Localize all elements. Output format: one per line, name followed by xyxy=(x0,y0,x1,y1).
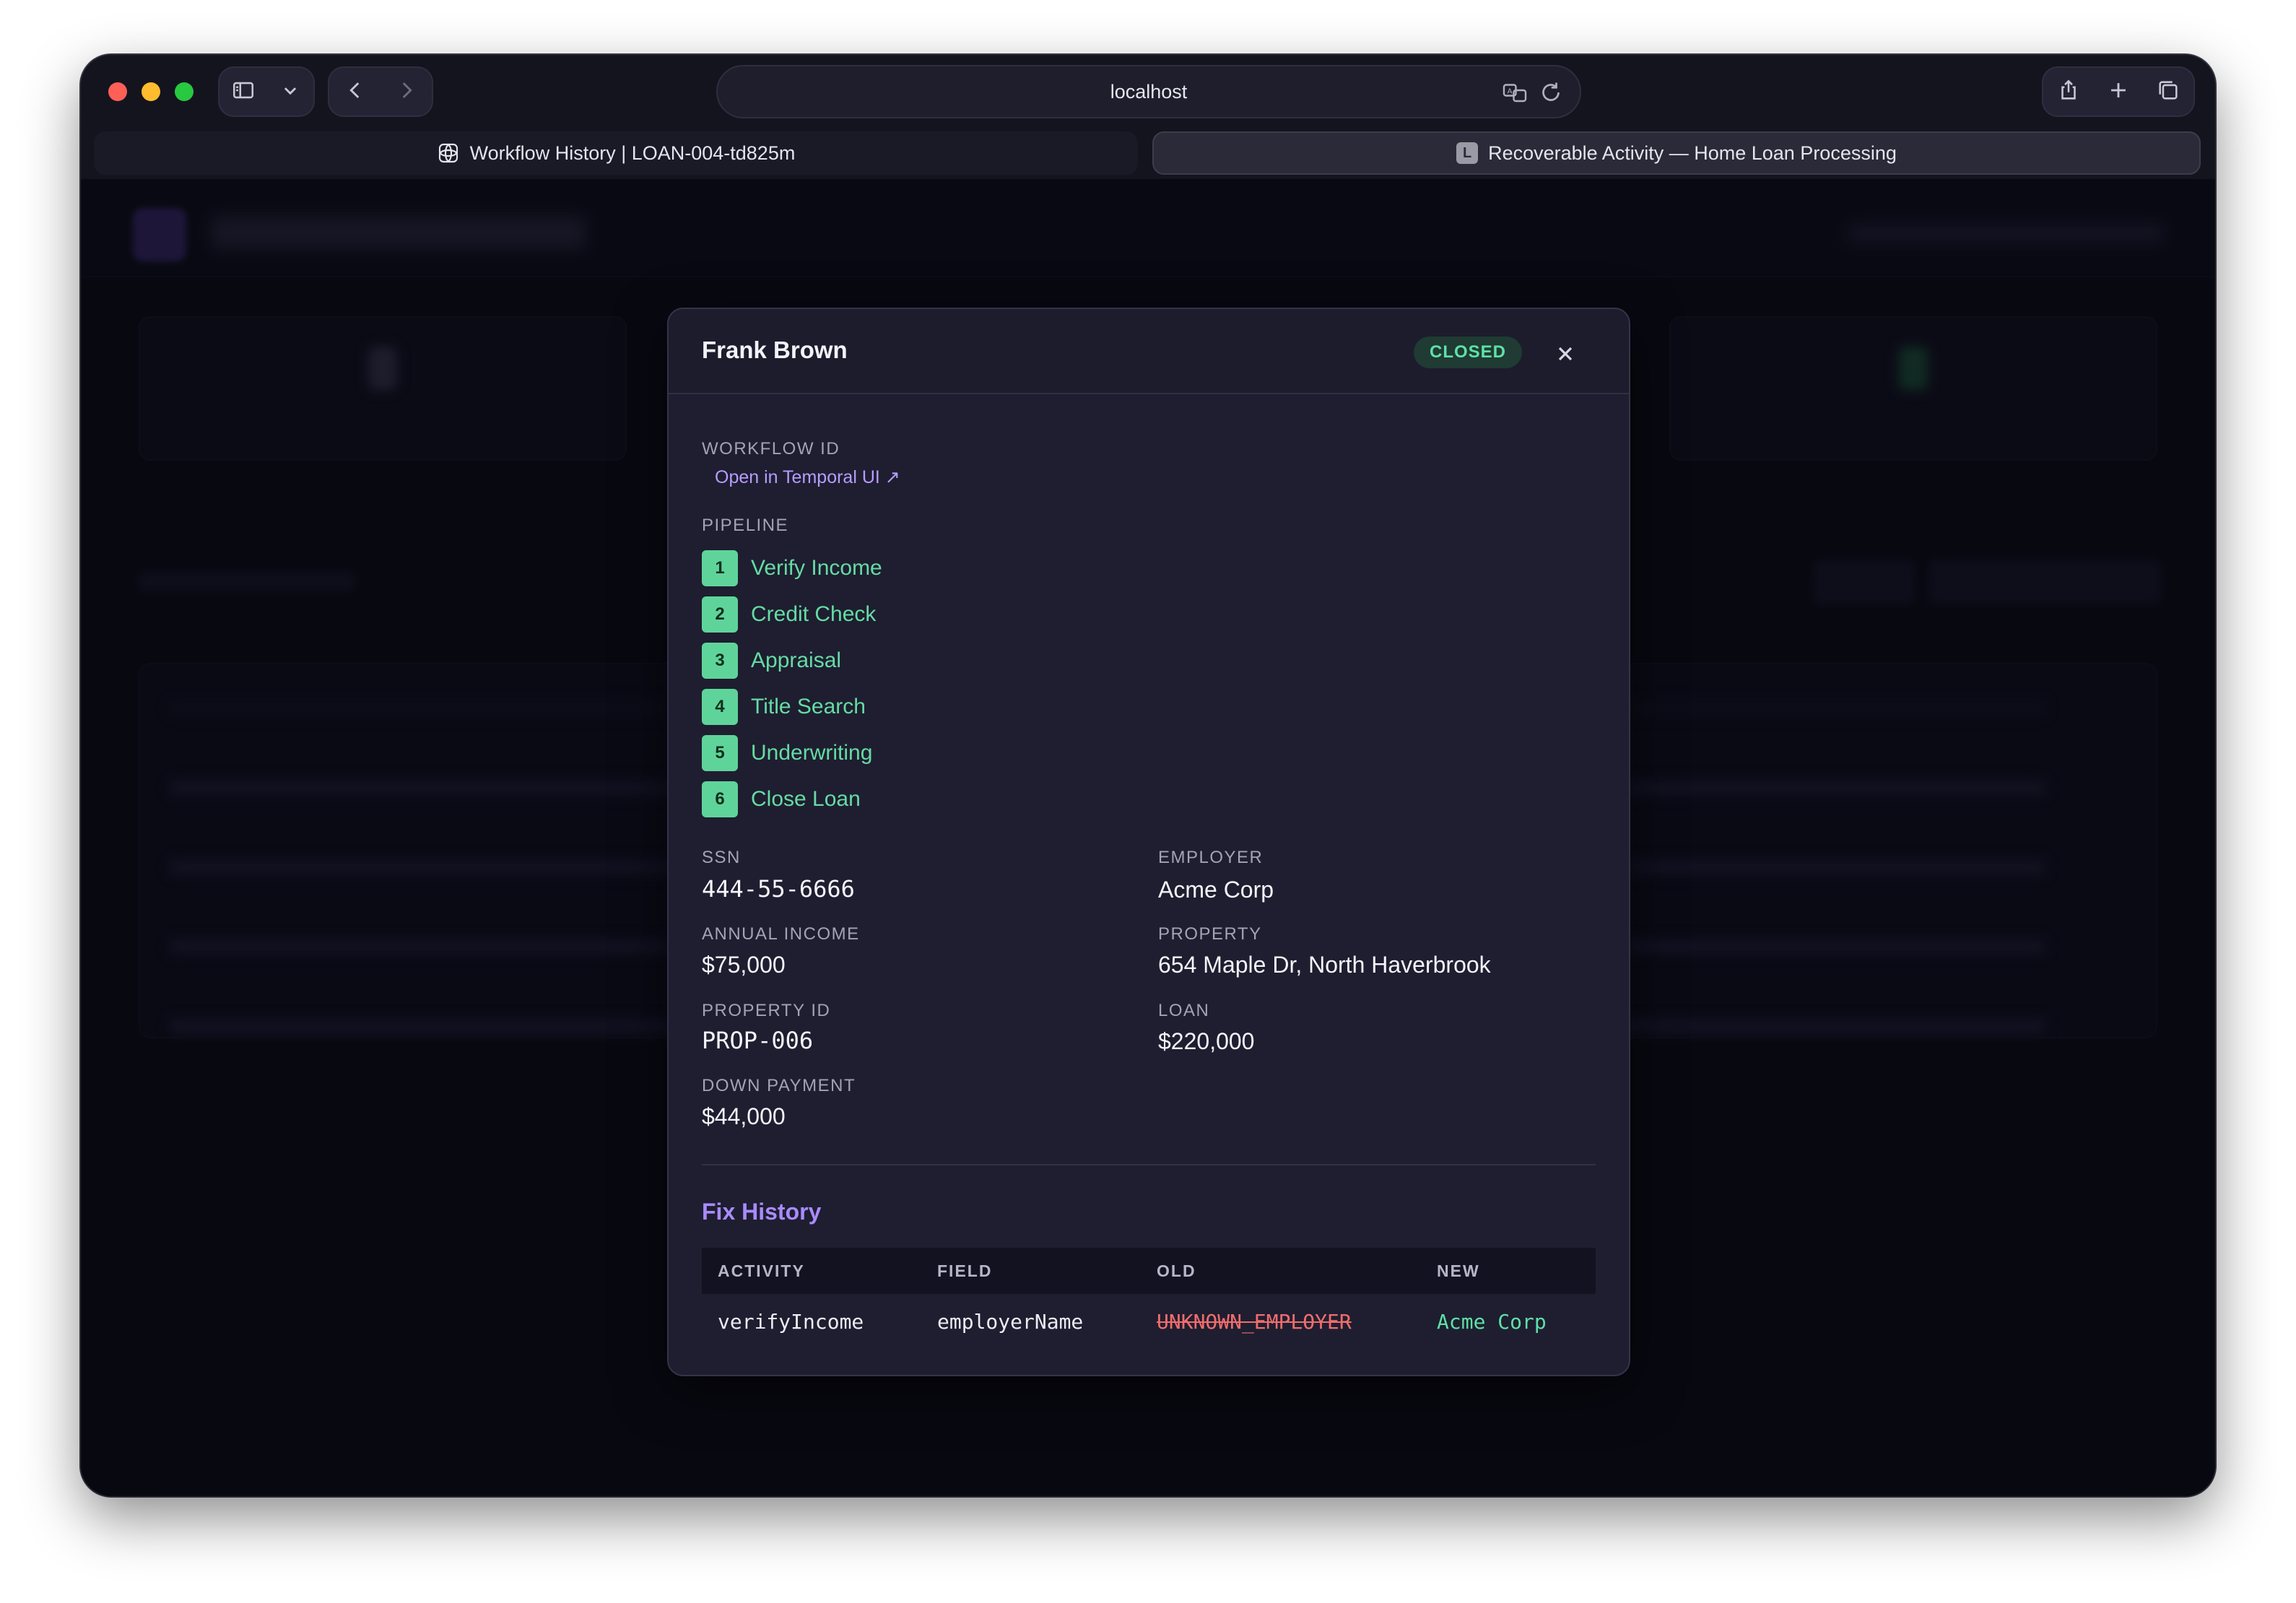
step-name: Verify Income xyxy=(751,556,882,580)
tab-favicon-letter: L xyxy=(1456,142,1479,164)
loan-value: $220,000 xyxy=(1158,1028,1255,1054)
pipeline-step: 6 Close Loan xyxy=(702,781,861,817)
down-payment-label: DOWN PAYMENT xyxy=(702,1076,856,1095)
property-label: PROPERTY xyxy=(1158,924,1262,944)
tab-overview-icon[interactable] xyxy=(2156,78,2180,106)
forward-icon[interactable] xyxy=(394,78,419,106)
tab-label: Workflow History | LOAN-004-td825m xyxy=(469,142,796,164)
property-id-label: PROPERTY ID xyxy=(702,1001,831,1020)
url-text: localhost xyxy=(1110,80,1188,103)
share-icon[interactable] xyxy=(2056,78,2081,106)
pipeline-label: PIPELINE xyxy=(702,516,789,535)
column-header-field: FIELD xyxy=(937,1261,993,1280)
modal-title: Frank Brown xyxy=(702,336,848,363)
step-number: 5 xyxy=(702,735,738,771)
back-icon[interactable] xyxy=(343,78,368,106)
chevron-down-icon[interactable] xyxy=(278,78,303,106)
property-id-value: PROP-006 xyxy=(702,1027,814,1054)
step-number: 3 xyxy=(702,643,738,679)
pipeline-step: 5 Underwriting xyxy=(702,735,872,771)
open-in-temporal-link[interactable]: Open in Temporal UI ↗ xyxy=(715,466,900,488)
browser-window: localhost A Workflow History | LOAN-004-… xyxy=(81,55,2215,1496)
tab-bar: Workflow History | LOAN-004-td825m L Rec… xyxy=(81,127,2215,179)
fix-history-table: ACTIVITY FIELD OLD NEW verifyIncome empl… xyxy=(702,1248,1596,1334)
table-header: ACTIVITY FIELD OLD NEW xyxy=(702,1248,1596,1294)
column-header-new: NEW xyxy=(1437,1261,1480,1280)
ssn-value: 444-55-6666 xyxy=(702,875,855,903)
tab-recoverable-activity[interactable]: L Recoverable Activity — Home Loan Proce… xyxy=(1152,131,2201,175)
step-name: Close Loan xyxy=(751,787,861,811)
minimize-window-button[interactable] xyxy=(142,82,160,101)
section-divider xyxy=(702,1164,1596,1165)
step-number: 1 xyxy=(702,550,738,586)
zoom-window-button[interactable] xyxy=(175,82,193,101)
property-value: 654 Maple Dr, North Haverbrook xyxy=(1158,952,1491,978)
new-tab-icon[interactable] xyxy=(2106,78,2131,106)
step-name: Underwriting xyxy=(751,741,873,765)
svg-text:A: A xyxy=(1508,87,1513,96)
table-row: verifyIncome employerName UNKNOWN_EMPLOY… xyxy=(702,1294,1596,1349)
sidebar-icon[interactable] xyxy=(231,78,256,106)
cell-old-value: UNKNOWN_EMPLOYER xyxy=(1157,1310,1352,1334)
step-number: 6 xyxy=(702,781,738,817)
pipeline-step: 3 Appraisal xyxy=(702,643,841,679)
tab-label: Recoverable Activity — Home Loan Process… xyxy=(1488,142,1897,164)
ssn-label: SSN xyxy=(702,848,741,867)
step-name: Credit Check xyxy=(751,602,877,626)
reload-icon[interactable] xyxy=(1538,79,1564,110)
translate-icon[interactable]: A xyxy=(1502,79,1528,110)
pipeline-step: 4 Title Search xyxy=(702,689,866,725)
step-name: Appraisal xyxy=(751,648,842,672)
workflow-id-label: WORKFLOW ID xyxy=(702,439,840,459)
tab-workflow-history[interactable]: Workflow History | LOAN-004-td825m xyxy=(94,131,1138,175)
step-name: Title Search xyxy=(751,695,866,718)
address-bar[interactable]: localhost A xyxy=(716,65,1581,118)
close-window-button[interactable] xyxy=(108,82,127,101)
sidebar-toggle-group xyxy=(218,66,315,117)
step-number: 2 xyxy=(702,596,738,633)
title-bar: localhost A xyxy=(81,55,2215,127)
close-icon xyxy=(1558,347,1573,361)
pipeline-step: 2 Credit Check xyxy=(702,596,876,633)
window-actions-group xyxy=(2042,66,2195,117)
employer-value: Acme Corp xyxy=(1158,877,1274,903)
employer-label: EMPLOYER xyxy=(1158,848,1264,867)
column-header-activity: ACTIVITY xyxy=(718,1261,805,1280)
status-badge: CLOSED xyxy=(1413,336,1522,368)
navigation-group xyxy=(328,66,433,117)
down-payment-value: $44,000 xyxy=(702,1103,786,1129)
cell-field: employerName xyxy=(937,1310,1084,1334)
annual-income-value: $75,000 xyxy=(702,952,786,978)
pipeline-step: 1 Verify Income xyxy=(702,550,882,586)
column-header-old: OLD xyxy=(1157,1261,1196,1280)
close-modal-button[interactable] xyxy=(1554,342,1577,365)
loan-label: LOAN xyxy=(1158,1001,1210,1020)
temporal-logo-icon xyxy=(437,142,460,165)
cell-activity: verifyIncome xyxy=(718,1310,864,1334)
application-detail-modal: Frank Brown CLOSED WORKFLOW ID Open in T… xyxy=(667,308,1630,1376)
step-number: 4 xyxy=(702,689,738,725)
modal-header: Frank Brown CLOSED xyxy=(669,309,1629,394)
cell-new-value: Acme Corp xyxy=(1437,1310,1547,1334)
fix-history-title: Fix History xyxy=(702,1199,822,1225)
annual-income-label: ANNUAL INCOME xyxy=(702,924,860,944)
